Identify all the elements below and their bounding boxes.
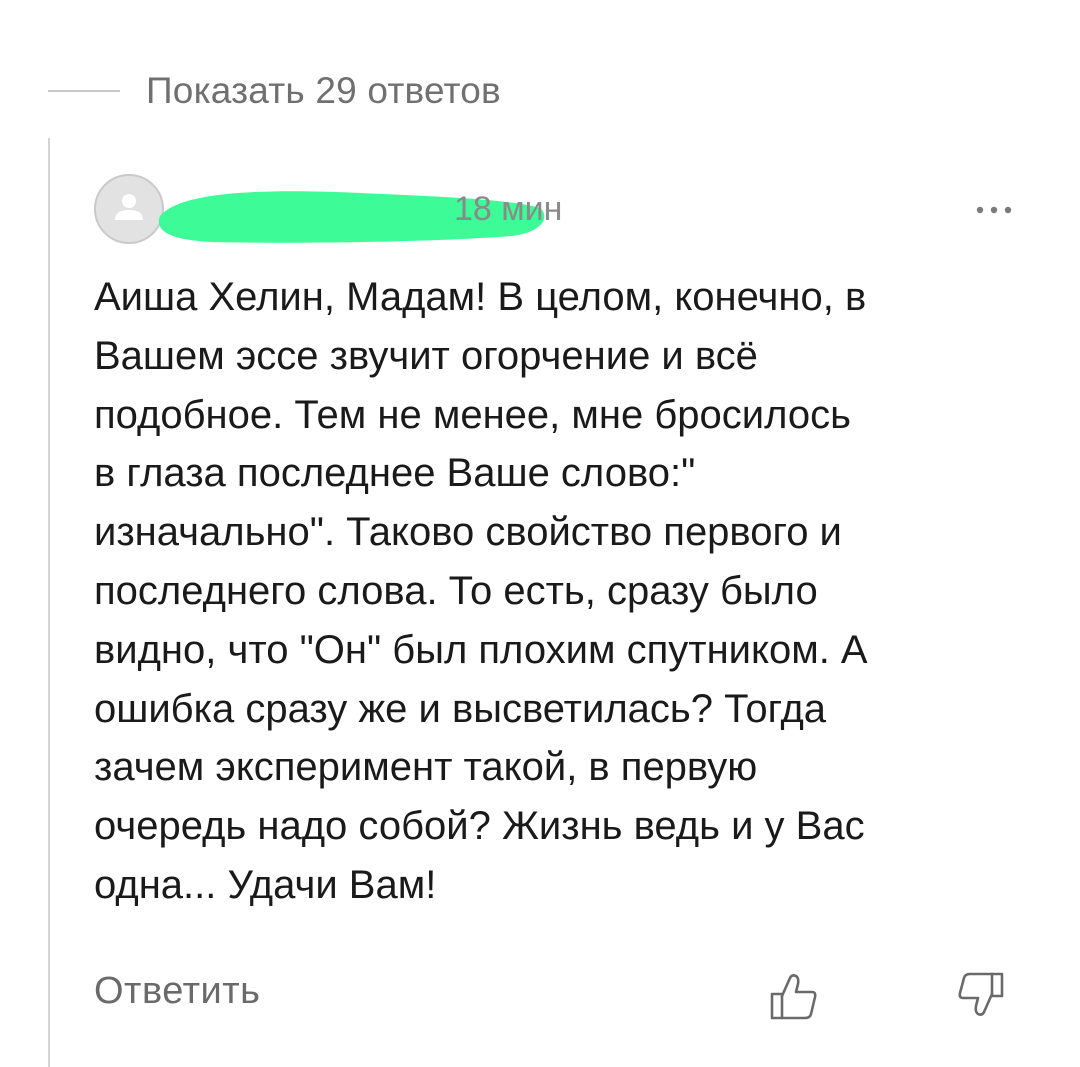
more-dots-icon	[976, 206, 1012, 214]
like-button[interactable]	[768, 972, 820, 1022]
thread-divider	[48, 90, 120, 92]
show-replies-button[interactable]: Показать 29 ответов	[48, 60, 501, 122]
comment-header: 18 мин	[94, 174, 1024, 246]
comment-timestamp: 18 мин	[454, 190, 563, 228]
dislike-button[interactable]	[956, 970, 1006, 1020]
thumbs-up-icon	[770, 974, 817, 1020]
reply-button[interactable]: Ответить	[94, 970, 260, 1013]
thumbs-down-icon	[958, 972, 1004, 1016]
show-replies-label: Показать 29 ответов	[146, 70, 501, 111]
thread-line	[48, 138, 50, 1067]
more-options-button[interactable]	[964, 190, 1024, 230]
comment-text: Аиша Хелин, Мадам! В целом, конечно, в В…	[94, 275, 868, 907]
